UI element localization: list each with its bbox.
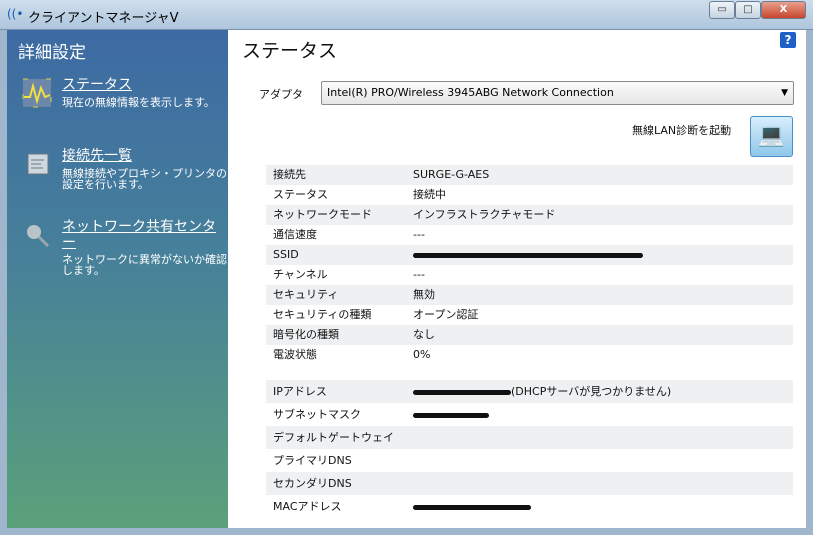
- row-key: ステータス: [273, 188, 328, 201]
- table-row: 接続先 SURGE-G-AES: [266, 165, 793, 185]
- network-center-link[interactable]: ネットワーク共有センター: [62, 219, 222, 251]
- table-row: ステータス 接続中: [266, 185, 793, 205]
- row-value: インフラストラクチャモード: [413, 205, 555, 225]
- row-value: 接続中: [413, 185, 446, 205]
- row-value: [413, 403, 489, 426]
- row-value: ---: [413, 225, 425, 245]
- table-row: IPアドレス (DHCPサーバが見つかりません): [266, 380, 793, 403]
- network-center-desc: ネットワークに異常がないか確認します。: [62, 253, 227, 277]
- row-key: IPアドレス: [273, 385, 327, 398]
- table-row: MACアドレス: [266, 495, 793, 518]
- row-value-text: 接続中: [413, 188, 446, 201]
- row-key: MACアドレス: [273, 500, 342, 513]
- row-key: 接続先: [273, 168, 306, 181]
- table-row: セキュリティ 無効: [266, 285, 793, 305]
- status-link[interactable]: ステータス: [62, 77, 222, 93]
- row-key: 通信速度: [273, 228, 317, 241]
- row-key: セキュリティの種類: [273, 308, 372, 321]
- table-row: SSID: [266, 245, 793, 265]
- table-row: サブネットマスク: [266, 403, 793, 426]
- chevron-down-icon: ▼: [781, 88, 788, 98]
- row-value: [413, 495, 531, 518]
- connections-link[interactable]: 接続先一覧: [62, 148, 222, 164]
- row-value: オープン認証: [413, 305, 478, 325]
- row-value-text: (DHCPサーバが見つかりません): [511, 385, 672, 398]
- status-table: 接続先 SURGE-G-AES ステータス 接続中ネットワークモード インフラストラクチ…: [266, 165, 793, 365]
- redacted-mark: [413, 412, 489, 418]
- row-value: [413, 245, 643, 265]
- redacted-mark: [413, 389, 511, 395]
- maximize-button[interactable]: □: [735, 1, 761, 19]
- sidebar: 詳細設定 ステータス 現在の無線情報を表示します。 接続先一覧 無線接続やプロキ…: [7, 30, 228, 528]
- row-value-text: 0%: [413, 348, 431, 361]
- magnifier-icon: [27, 225, 50, 248]
- status-wave-icon: [22, 78, 52, 108]
- row-value-text: SURGE-G-AES: [413, 168, 490, 181]
- row-key: ネットワークモード: [273, 208, 372, 221]
- row-key: チャンネル: [273, 268, 328, 281]
- minimize-button[interactable]: ▭: [709, 1, 735, 19]
- table-row: チャンネル ---: [266, 265, 793, 285]
- adapter-value: Intel(R) PRO/Wireless 3945ABG Network Co…: [327, 86, 614, 99]
- row-value: 無効: [413, 285, 435, 305]
- row-value: SURGE-G-AES: [413, 165, 489, 185]
- table-row: プライマリDNS: [266, 449, 793, 472]
- row-key: 電波状態: [273, 348, 317, 361]
- row-key: 暗号化の種類: [273, 328, 339, 341]
- page-title: ステータス: [242, 40, 338, 62]
- help-button[interactable]: ?: [780, 32, 796, 48]
- row-value-text: 無効: [413, 288, 435, 301]
- wlan-diagnose-button[interactable]: 💻: [750, 116, 793, 157]
- window-title: クライアントマネージャV: [28, 11, 179, 26]
- table-row: 通信速度 ---: [266, 225, 793, 245]
- title-bar: ((• クライアントマネージャV ▭ □ X: [0, 0, 813, 30]
- diag-label: 無線LAN診断を起動: [632, 124, 732, 137]
- table-row: 暗号化の種類 なし: [266, 325, 793, 345]
- row-value-text: ---: [413, 268, 425, 281]
- list-window-icon: [27, 153, 49, 175]
- main-panel: ステータス ? アダプタ Intel(R) PRO/Wireless 3945A…: [228, 30, 806, 528]
- row-key: SSID: [273, 248, 299, 261]
- table-row: セカンダリDNS: [266, 472, 793, 495]
- row-value-text: なし: [413, 328, 435, 341]
- laptop-icon: 💻: [757, 123, 786, 148]
- wireless-app-icon: ((•: [7, 7, 24, 21]
- row-value-text: ---: [413, 228, 425, 241]
- row-key: セカンダリDNS: [273, 477, 352, 490]
- table-row: デフォルトゲートウェイ: [266, 426, 793, 449]
- status-desc: 現在の無線情報を表示します。: [62, 96, 215, 109]
- row-value: (DHCPサーバが見つかりません): [413, 380, 671, 403]
- row-value: なし: [413, 325, 435, 345]
- row-value-text: インフラストラクチャモード: [413, 208, 556, 221]
- row-key: プライマリDNS: [273, 454, 352, 467]
- close-button[interactable]: X: [761, 1, 806, 19]
- row-value-text: オープン認証: [413, 308, 479, 321]
- row-value: 0%: [413, 345, 430, 365]
- table-row: ネットワークモード インフラストラクチャモード: [266, 205, 793, 225]
- row-key: セキュリティ: [273, 288, 339, 301]
- row-key: サブネットマスク: [273, 408, 361, 421]
- adapter-label: アダプタ: [259, 88, 303, 101]
- row-key: デフォルトゲートウェイ: [273, 431, 394, 444]
- adapter-select[interactable]: Intel(R) PRO/Wireless 3945ABG Network Co…: [321, 81, 794, 105]
- network-table: IPアドレス (DHCPサーバが見つかりません) サブネットマスクデフォルトゲートウ…: [266, 380, 793, 518]
- sidebar-heading: 詳細設定: [18, 43, 86, 63]
- table-row: 電波状態 0%: [266, 345, 793, 365]
- redacted-mark: [413, 252, 643, 258]
- row-value: ---: [413, 265, 425, 285]
- redacted-mark: [413, 504, 531, 510]
- connections-desc: 無線接続やプロキシ・プリンタの設定を行います。: [62, 167, 227, 191]
- table-row: セキュリティの種類 オープン認証: [266, 305, 793, 325]
